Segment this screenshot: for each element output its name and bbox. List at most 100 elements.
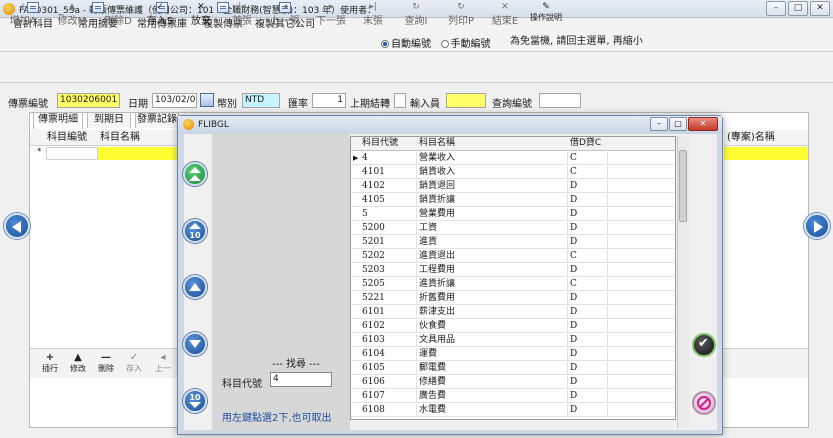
rate-label: 匯率 xyxy=(288,99,308,110)
cell-debit-credit: D xyxy=(568,194,608,207)
table-row[interactable]: 6101 薪津支出 D xyxy=(351,306,675,319)
grid-cell-project[interactable] xyxy=(724,147,808,160)
radio-auto-numbering[interactable] xyxy=(381,40,389,48)
grid-header-left: 科目編號 科目名稱 xyxy=(30,130,178,146)
cell-account-code: 4101 xyxy=(360,166,417,179)
table-row[interactable]: 6108 水電費 D xyxy=(351,404,675,417)
table-row[interactable]: 6102 伙食費 D xyxy=(351,320,675,333)
table-row[interactable]: ▶ 4 營業收入 C xyxy=(351,152,675,165)
first-button[interactable]: |◂ 首張 xyxy=(227,2,257,28)
tab-voucher-detail[interactable]: 傳票明細 xyxy=(33,112,83,129)
cell-debit-credit: D xyxy=(568,222,608,235)
prev-row-button[interactable]: ◂ 上一 xyxy=(152,352,174,374)
last-close-checkbox[interactable] xyxy=(394,93,406,108)
currency-field[interactable]: NTD xyxy=(242,93,280,108)
cell-account-code: 5205 xyxy=(360,278,417,291)
date-field[interactable]: 103/02/06 xyxy=(152,93,197,108)
last-button[interactable]: ▸| 末張 xyxy=(358,2,388,28)
add-button[interactable]: + 增加A xyxy=(3,2,43,28)
cell-account-code: 5221 xyxy=(360,292,417,305)
radio-manual-numbering[interactable] xyxy=(440,40,449,48)
edit-row-button[interactable]: ▲ 修改 xyxy=(68,352,88,374)
table-row[interactable]: 5200 工資 D xyxy=(351,222,675,235)
query-button[interactable]: ↻ 查詢I xyxy=(398,2,434,28)
insert-row-button[interactable]: + 插行 xyxy=(40,352,60,374)
find-account-input[interactable]: 4 xyxy=(270,372,332,387)
table-row[interactable]: 5203 工程費用 D xyxy=(351,264,675,277)
close-window-button[interactable]: ✕ xyxy=(810,1,830,16)
cell-account-name: 銷貨退回 xyxy=(417,180,568,193)
cell-debit-credit: D xyxy=(568,264,608,277)
query-no-field[interactable] xyxy=(539,93,581,108)
page-down-icon[interactable]: 10 xyxy=(183,389,207,413)
edit-button[interactable]: ▲ 修改M xyxy=(52,2,92,28)
cell-account-name: 運費 xyxy=(417,348,568,361)
cell-debit-credit: C xyxy=(568,166,608,179)
next-record-arrow-icon[interactable] xyxy=(804,213,830,239)
col-account-code: 科目編號 xyxy=(47,132,87,143)
table-row[interactable]: 6105 郵電費 D xyxy=(351,362,675,375)
dialog-close-button[interactable]: ✕ xyxy=(688,117,718,131)
cell-account-name: 文具用品 xyxy=(417,334,568,347)
row-up-icon[interactable] xyxy=(183,275,207,299)
col-account-name-header: 科目名稱 xyxy=(419,138,456,148)
row-down-icon[interactable] xyxy=(183,332,207,356)
cell-debit-credit: C xyxy=(568,278,608,291)
minimize-button[interactable]: – xyxy=(766,1,786,16)
rate-field[interactable]: 1 xyxy=(312,93,346,108)
table-row[interactable]: 4105 銷貨折讓 D xyxy=(351,194,675,207)
cell-account-name: 折舊費用 xyxy=(417,292,568,305)
dialog-maximize-button[interactable]: □ xyxy=(669,117,687,131)
table-row[interactable]: 6104 運費 D xyxy=(351,348,675,361)
dialog-title-bar xyxy=(178,116,722,134)
cell-account-name: 郵電費 xyxy=(417,362,568,375)
cell-account-name: 工程費用 xyxy=(417,264,568,277)
entry-user-label: 輸入員 xyxy=(410,99,440,110)
confirm-icon[interactable] xyxy=(692,333,716,357)
cell-debit-credit: C xyxy=(568,152,608,165)
previous-button[interactable]: ◂ 上一張 xyxy=(265,2,305,28)
cell-account-name: 工資 xyxy=(417,222,568,235)
table-row[interactable]: 5201 進貨 D xyxy=(351,236,675,249)
cell-debit-credit: D xyxy=(568,362,608,375)
prev-record-arrow-icon[interactable] xyxy=(4,213,30,239)
table-row[interactable]: 4102 銷貨退回 D xyxy=(351,180,675,193)
tab-due-date[interactable]: 到期日 xyxy=(87,112,131,128)
table-row[interactable]: 6106 修繕費 D xyxy=(351,376,675,389)
tab-invoice-record[interactable]: 發票記錄 xyxy=(135,112,179,128)
save-button[interactable]: ✓ 存入S xyxy=(142,2,178,28)
exit-button[interactable]: ✕ 結束E xyxy=(487,2,523,28)
table-scrollbar-thumb[interactable] xyxy=(679,150,687,222)
voucher-no-label: 傳票編號 xyxy=(8,99,48,110)
next-button[interactable]: ▸ 下一張 xyxy=(311,2,351,28)
query-no-label: 查詢編號 xyxy=(492,99,532,110)
entry-user-field[interactable] xyxy=(446,93,486,108)
help-button[interactable]: ✎ 操作說明 xyxy=(526,2,566,28)
first-record-icon[interactable] xyxy=(183,162,207,186)
cancel-icon[interactable] xyxy=(692,391,716,415)
cell-account-code: 5200 xyxy=(360,222,417,235)
cell-debit-credit: D xyxy=(568,236,608,249)
cell-account-code: 4105 xyxy=(360,194,417,207)
page-up-icon[interactable]: 10 xyxy=(183,219,207,243)
delete-row-button[interactable]: — 刪除 xyxy=(96,352,116,374)
table-row[interactable]: 6103 文具用品 D xyxy=(351,334,675,347)
save-row-button[interactable]: ✓ 存入 xyxy=(124,352,144,374)
calendar-icon[interactable] xyxy=(200,93,214,107)
abandon-button[interactable]: ✕ 放棄 xyxy=(186,2,216,28)
voucher-no-field[interactable]: 1030206001 xyxy=(57,93,120,108)
table-row[interactable]: 5205 進貨折讓 C xyxy=(351,278,675,291)
dialog-minimize-button[interactable]: – xyxy=(650,117,668,131)
grid-cell-code[interactable] xyxy=(46,147,98,160)
table-row[interactable]: 6107 廣告費 D xyxy=(351,390,675,403)
table-row[interactable]: 5 營業費用 D xyxy=(351,208,675,221)
print-button[interactable]: ↻ 列印P xyxy=(443,2,479,28)
table-row[interactable]: 5202 進貨退出 C xyxy=(351,250,675,263)
delete-button[interactable]: — 刪除D xyxy=(98,2,138,28)
current-row-marker-icon: ▶ xyxy=(353,154,359,162)
table-row[interactable]: 4101 銷貨收入 C xyxy=(351,166,675,179)
maximize-button[interactable]: □ xyxy=(788,1,808,16)
grid-cell-name[interactable] xyxy=(98,147,178,160)
table-row[interactable]: 5221 折舊費用 D xyxy=(351,292,675,305)
cell-account-name: 營業費用 xyxy=(417,208,568,221)
